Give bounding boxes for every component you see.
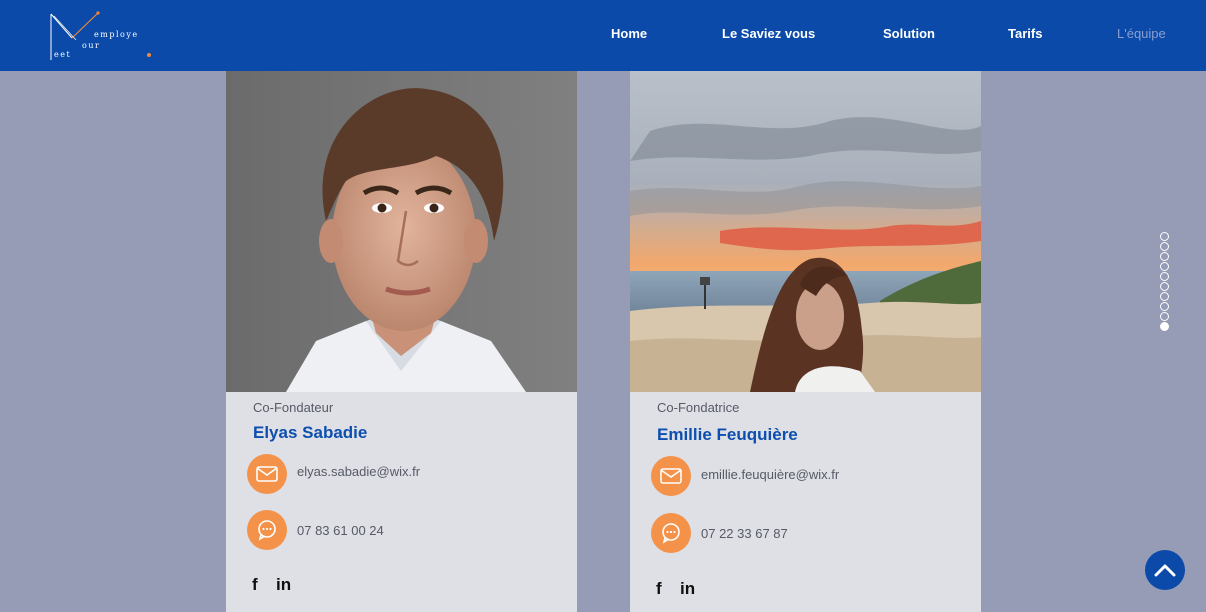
team-phone-link[interactable]: 07 22 33 67 87 (701, 526, 788, 541)
team-email-link[interactable]: emillie.feuquière@wix.fr (701, 467, 839, 482)
nav-tarifs[interactable]: Tarifs (1008, 26, 1042, 41)
team-phone-link[interactable]: 07 83 61 00 24 (297, 523, 384, 538)
section-pager (1160, 232, 1172, 332)
facebook-icon[interactable]: f (656, 579, 662, 599)
pager-dot[interactable] (1160, 232, 1169, 241)
site-header: employe our eet Home Le Saviez vous Solu… (0, 0, 1206, 71)
chat-bubble-icon[interactable] (247, 510, 287, 550)
main-nav: Home Le Saviez vous Solution Tarifs L'éq… (0, 0, 1206, 71)
page-background (0, 0, 1206, 612)
team-role: Co-Fondateur (253, 400, 334, 415)
chat-bubble-icon[interactable] (651, 513, 691, 553)
envelope-icon[interactable] (651, 456, 691, 496)
team-photo-emillie (630, 71, 981, 392)
team-card-elyas: Co-Fondateur Elyas Sabadie elyas.sabadie… (226, 71, 577, 612)
pager-dot[interactable] (1160, 302, 1169, 311)
linkedin-icon[interactable]: in (276, 575, 291, 595)
chevron-up-icon[interactable] (1145, 550, 1185, 590)
linkedin-icon[interactable]: in (680, 579, 695, 599)
nav-le-saviez-vous[interactable]: Le Saviez vous (722, 26, 815, 41)
team-name: Emillie Feuquière (657, 425, 798, 444)
nav-home[interactable]: Home (611, 26, 647, 41)
pager-dot[interactable] (1160, 282, 1169, 291)
pager-dot[interactable] (1160, 262, 1169, 271)
nav-lequipe[interactable]: L'équipe (1117, 26, 1166, 41)
nav-solution[interactable]: Solution (883, 26, 935, 41)
pager-dot[interactable] (1160, 312, 1169, 321)
team-photo-elyas (226, 71, 577, 392)
team-name: Elyas Sabadie (253, 423, 368, 442)
pager-dot[interactable] (1160, 322, 1169, 331)
team-email-link[interactable]: elyas.sabadie@wix.fr (297, 464, 420, 479)
pager-dot[interactable] (1160, 252, 1169, 261)
pager-dot[interactable] (1160, 242, 1169, 251)
facebook-icon[interactable]: f (252, 575, 258, 595)
pager-dot[interactable] (1160, 292, 1169, 301)
pager-dot[interactable] (1160, 272, 1169, 281)
team-role: Co-Fondatrice (657, 400, 740, 415)
team-card-emillie: Co-Fondatrice Emillie Feuquière emillie.… (630, 71, 981, 612)
envelope-icon[interactable] (247, 454, 287, 494)
